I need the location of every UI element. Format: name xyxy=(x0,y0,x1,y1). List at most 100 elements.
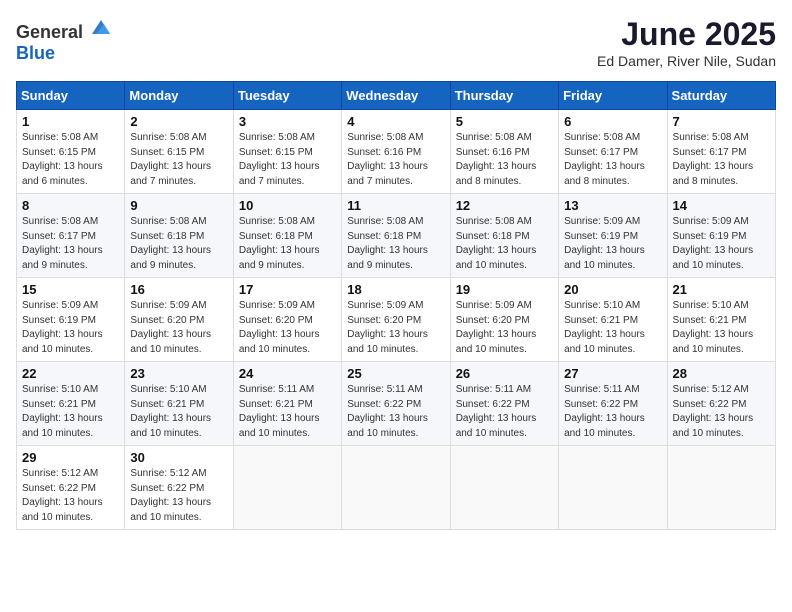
calendar-cell xyxy=(667,446,775,530)
day-number: 16 xyxy=(130,282,227,297)
day-number: 18 xyxy=(347,282,444,297)
calendar-week-row: 29 Sunrise: 5:12 AMSunset: 6:22 PMDaylig… xyxy=(17,446,776,530)
calendar-cell: 20 Sunrise: 5:10 AMSunset: 6:21 PMDaylig… xyxy=(559,278,667,362)
calendar-header-sunday: Sunday xyxy=(17,82,125,110)
day-number: 15 xyxy=(22,282,119,297)
day-info: Sunrise: 5:09 AMSunset: 6:20 PMDaylight:… xyxy=(456,300,537,355)
day-number: 19 xyxy=(456,282,553,297)
calendar-cell: 16 Sunrise: 5:09 AMSunset: 6:20 PMDaylig… xyxy=(125,278,233,362)
calendar-header-row: SundayMondayTuesdayWednesdayThursdayFrid… xyxy=(17,82,776,110)
day-number: 24 xyxy=(239,366,336,381)
calendar-cell: 11 Sunrise: 5:08 AMSunset: 6:18 PMDaylig… xyxy=(342,194,450,278)
day-info: Sunrise: 5:08 AMSunset: 6:15 PMDaylight:… xyxy=(239,132,320,187)
calendar-cell: 3 Sunrise: 5:08 AMSunset: 6:15 PMDayligh… xyxy=(233,110,341,194)
calendar-cell xyxy=(450,446,558,530)
day-number: 11 xyxy=(347,198,444,213)
day-number: 13 xyxy=(564,198,661,213)
day-info: Sunrise: 5:08 AMSunset: 6:16 PMDaylight:… xyxy=(347,132,428,187)
calendar-cell: 21 Sunrise: 5:10 AMSunset: 6:21 PMDaylig… xyxy=(667,278,775,362)
calendar-cell: 27 Sunrise: 5:11 AMSunset: 6:22 PMDaylig… xyxy=(559,362,667,446)
day-number: 14 xyxy=(673,198,770,213)
page-header: General Blue June 2025 Ed Damer, River N… xyxy=(16,16,776,69)
day-number: 25 xyxy=(347,366,444,381)
calendar-cell: 13 Sunrise: 5:09 AMSunset: 6:19 PMDaylig… xyxy=(559,194,667,278)
calendar-week-row: 15 Sunrise: 5:09 AMSunset: 6:19 PMDaylig… xyxy=(17,278,776,362)
calendar-cell: 30 Sunrise: 5:12 AMSunset: 6:22 PMDaylig… xyxy=(125,446,233,530)
calendar-cell: 12 Sunrise: 5:08 AMSunset: 6:18 PMDaylig… xyxy=(450,194,558,278)
logo-blue: Blue xyxy=(16,43,55,63)
calendar-cell: 9 Sunrise: 5:08 AMSunset: 6:18 PMDayligh… xyxy=(125,194,233,278)
day-number: 22 xyxy=(22,366,119,381)
day-info: Sunrise: 5:08 AMSunset: 6:17 PMDaylight:… xyxy=(564,132,645,187)
day-info: Sunrise: 5:09 AMSunset: 6:19 PMDaylight:… xyxy=(673,216,754,271)
title-area: June 2025 Ed Damer, River Nile, Sudan xyxy=(597,16,776,69)
day-info: Sunrise: 5:09 AMSunset: 6:19 PMDaylight:… xyxy=(22,300,103,355)
day-number: 29 xyxy=(22,450,119,465)
day-info: Sunrise: 5:08 AMSunset: 6:15 PMDaylight:… xyxy=(22,132,103,187)
day-info: Sunrise: 5:12 AMSunset: 6:22 PMDaylight:… xyxy=(22,468,103,523)
day-info: Sunrise: 5:09 AMSunset: 6:19 PMDaylight:… xyxy=(564,216,645,271)
day-number: 3 xyxy=(239,114,336,129)
calendar-cell: 18 Sunrise: 5:09 AMSunset: 6:20 PMDaylig… xyxy=(342,278,450,362)
day-info: Sunrise: 5:08 AMSunset: 6:18 PMDaylight:… xyxy=(456,216,537,271)
day-info: Sunrise: 5:08 AMSunset: 6:17 PMDaylight:… xyxy=(673,132,754,187)
calendar-cell: 26 Sunrise: 5:11 AMSunset: 6:22 PMDaylig… xyxy=(450,362,558,446)
calendar-cell: 19 Sunrise: 5:09 AMSunset: 6:20 PMDaylig… xyxy=(450,278,558,362)
calendar-cell: 7 Sunrise: 5:08 AMSunset: 6:17 PMDayligh… xyxy=(667,110,775,194)
calendar-week-row: 8 Sunrise: 5:08 AMSunset: 6:17 PMDayligh… xyxy=(17,194,776,278)
day-info: Sunrise: 5:08 AMSunset: 6:18 PMDaylight:… xyxy=(130,216,211,271)
calendar-cell: 1 Sunrise: 5:08 AMSunset: 6:15 PMDayligh… xyxy=(17,110,125,194)
day-number: 5 xyxy=(456,114,553,129)
calendar-cell: 29 Sunrise: 5:12 AMSunset: 6:22 PMDaylig… xyxy=(17,446,125,530)
logo-general: General xyxy=(16,22,83,42)
calendar-cell: 14 Sunrise: 5:09 AMSunset: 6:19 PMDaylig… xyxy=(667,194,775,278)
day-info: Sunrise: 5:08 AMSunset: 6:18 PMDaylight:… xyxy=(239,216,320,271)
day-number: 26 xyxy=(456,366,553,381)
day-number: 27 xyxy=(564,366,661,381)
calendar-cell: 25 Sunrise: 5:11 AMSunset: 6:22 PMDaylig… xyxy=(342,362,450,446)
day-info: Sunrise: 5:09 AMSunset: 6:20 PMDaylight:… xyxy=(130,300,211,355)
day-number: 7 xyxy=(673,114,770,129)
calendar-cell: 23 Sunrise: 5:10 AMSunset: 6:21 PMDaylig… xyxy=(125,362,233,446)
calendar-cell: 15 Sunrise: 5:09 AMSunset: 6:19 PMDaylig… xyxy=(17,278,125,362)
day-info: Sunrise: 5:10 AMSunset: 6:21 PMDaylight:… xyxy=(22,384,103,439)
calendar-cell xyxy=(559,446,667,530)
day-number: 8 xyxy=(22,198,119,213)
calendar-week-row: 1 Sunrise: 5:08 AMSunset: 6:15 PMDayligh… xyxy=(17,110,776,194)
calendar-cell: 24 Sunrise: 5:11 AMSunset: 6:21 PMDaylig… xyxy=(233,362,341,446)
calendar-cell: 22 Sunrise: 5:10 AMSunset: 6:21 PMDaylig… xyxy=(17,362,125,446)
day-info: Sunrise: 5:12 AMSunset: 6:22 PMDaylight:… xyxy=(130,468,211,523)
day-info: Sunrise: 5:10 AMSunset: 6:21 PMDaylight:… xyxy=(130,384,211,439)
day-number: 20 xyxy=(564,282,661,297)
calendar-cell: 5 Sunrise: 5:08 AMSunset: 6:16 PMDayligh… xyxy=(450,110,558,194)
day-number: 17 xyxy=(239,282,336,297)
calendar-header-thursday: Thursday xyxy=(450,82,558,110)
day-info: Sunrise: 5:08 AMSunset: 6:15 PMDaylight:… xyxy=(130,132,211,187)
day-info: Sunrise: 5:11 AMSunset: 6:21 PMDaylight:… xyxy=(239,384,320,439)
day-info: Sunrise: 5:10 AMSunset: 6:21 PMDaylight:… xyxy=(564,300,645,355)
calendar-week-row: 22 Sunrise: 5:10 AMSunset: 6:21 PMDaylig… xyxy=(17,362,776,446)
logo: General Blue xyxy=(16,16,112,64)
calendar-cell: 4 Sunrise: 5:08 AMSunset: 6:16 PMDayligh… xyxy=(342,110,450,194)
calendar-header-saturday: Saturday xyxy=(667,82,775,110)
calendar-cell xyxy=(342,446,450,530)
calendar-header-wednesday: Wednesday xyxy=(342,82,450,110)
day-number: 28 xyxy=(673,366,770,381)
calendar-cell: 6 Sunrise: 5:08 AMSunset: 6:17 PMDayligh… xyxy=(559,110,667,194)
calendar-cell: 8 Sunrise: 5:08 AMSunset: 6:17 PMDayligh… xyxy=(17,194,125,278)
day-info: Sunrise: 5:08 AMSunset: 6:17 PMDaylight:… xyxy=(22,216,103,271)
location-title: Ed Damer, River Nile, Sudan xyxy=(597,53,776,69)
calendar-header-friday: Friday xyxy=(559,82,667,110)
logo-icon xyxy=(90,16,112,38)
day-info: Sunrise: 5:12 AMSunset: 6:22 PMDaylight:… xyxy=(673,384,754,439)
calendar-cell xyxy=(233,446,341,530)
day-info: Sunrise: 5:11 AMSunset: 6:22 PMDaylight:… xyxy=(347,384,428,439)
day-number: 12 xyxy=(456,198,553,213)
day-number: 4 xyxy=(347,114,444,129)
calendar-cell: 17 Sunrise: 5:09 AMSunset: 6:20 PMDaylig… xyxy=(233,278,341,362)
day-info: Sunrise: 5:10 AMSunset: 6:21 PMDaylight:… xyxy=(673,300,754,355)
day-number: 23 xyxy=(130,366,227,381)
day-info: Sunrise: 5:08 AMSunset: 6:16 PMDaylight:… xyxy=(456,132,537,187)
day-info: Sunrise: 5:08 AMSunset: 6:18 PMDaylight:… xyxy=(347,216,428,271)
day-number: 21 xyxy=(673,282,770,297)
